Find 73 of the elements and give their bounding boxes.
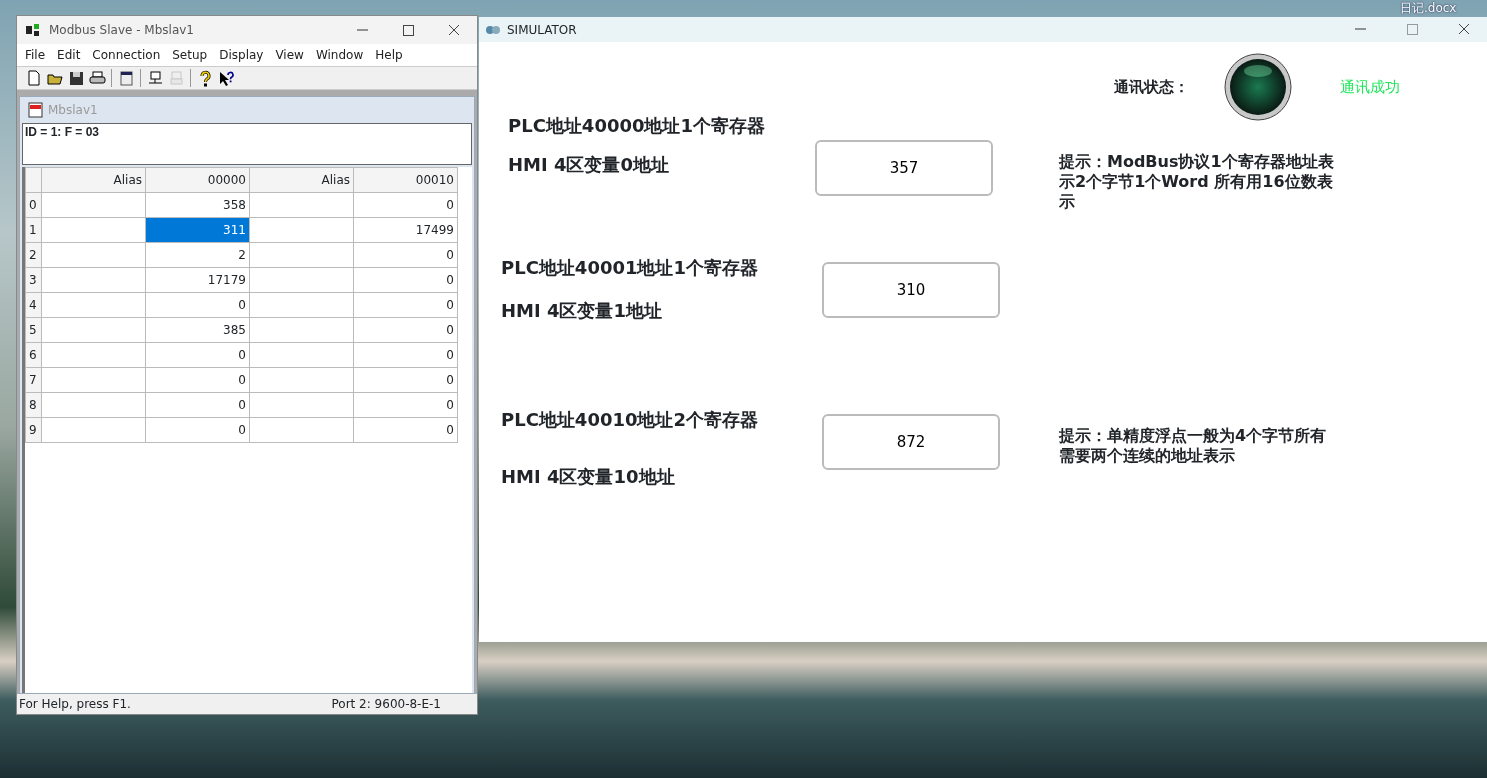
- table-cell[interactable]: 385: [145, 317, 250, 343]
- menu-item[interactable]: Setup: [166, 46, 214, 64]
- table-cell[interactable]: 0: [353, 292, 458, 318]
- hint-text: 提示：单精度浮点一般为4个字节所有需要两个连续的地址表示: [1059, 426, 1328, 466]
- document-icon: [28, 102, 44, 118]
- table-cell[interactable]: 0: [145, 417, 250, 443]
- column-header: Alias: [249, 167, 354, 193]
- menu-item[interactable]: Help: [369, 46, 409, 64]
- menu-item[interactable]: File: [19, 46, 52, 64]
- maximize-icon[interactable]: [401, 23, 415, 37]
- table-cell[interactable]: 0: [353, 317, 458, 343]
- menu-item[interactable]: View: [269, 46, 310, 64]
- row-header: 8: [25, 392, 42, 418]
- computer-icon[interactable]: [146, 69, 164, 87]
- menu-item[interactable]: Edit: [51, 46, 87, 64]
- app-icon: [25, 23, 41, 37]
- plc-address-label: PLC地址40000地址1个寄存器: [508, 114, 767, 138]
- save-icon[interactable]: [67, 69, 85, 87]
- table-cell[interactable]: 0: [353, 392, 458, 418]
- row-header: 9: [25, 417, 42, 443]
- menu-item[interactable]: Connection: [86, 46, 167, 64]
- hmi-variable-label: HMI 4区变量0地址: [508, 153, 670, 177]
- row-header: 5: [25, 317, 42, 343]
- new-file-icon[interactable]: [25, 69, 43, 87]
- hmi-variable-label: HMI 4区变量1地址: [501, 299, 663, 323]
- status-label: 通讯状态：: [1114, 76, 1190, 98]
- port-status: Port 2: 9600-8-E-1: [331, 696, 441, 713]
- close-icon[interactable]: [1457, 23, 1471, 36]
- table-cell[interactable]: 17499: [353, 217, 458, 243]
- value-field[interactable]: 310: [822, 262, 1000, 318]
- indicator-lamp-icon: [1224, 53, 1292, 121]
- row-header: 1: [25, 217, 42, 243]
- close-icon[interactable]: [447, 23, 461, 37]
- status-text: For Help, press F1.: [19, 696, 131, 713]
- table-cell[interactable]: 17179: [145, 267, 250, 293]
- printer-icon[interactable]: [88, 69, 106, 87]
- pointer-question-icon[interactable]: [217, 69, 235, 87]
- table-cell[interactable]: 0: [353, 342, 458, 368]
- table-cell[interactable]: 0: [145, 342, 250, 368]
- value-field[interactable]: 357: [815, 140, 993, 196]
- window-icon[interactable]: [117, 69, 135, 87]
- register-header-text: ID = 1: F = 03: [22, 123, 472, 165]
- table-cell[interactable]: 0: [353, 267, 458, 293]
- table-cell[interactable]: 0: [353, 367, 458, 393]
- table-cell[interactable]: 0: [145, 292, 250, 318]
- row-header: 4: [25, 292, 42, 318]
- table-cell[interactable]: 311: [145, 217, 250, 243]
- plc-address-label: PLC地址40010地址2个寄存器: [501, 408, 760, 432]
- column-header: 00010: [353, 167, 458, 193]
- column-header: 00000: [145, 167, 250, 193]
- plc-address-label: PLC地址40001地址1个寄存器: [501, 256, 760, 280]
- table-cell[interactable]: 358: [145, 192, 250, 218]
- table-cell[interactable]: 2: [145, 242, 250, 268]
- window-title: Modbus Slave - Mbslav1: [49, 22, 195, 39]
- table-cell[interactable]: 0: [145, 367, 250, 393]
- table-cell[interactable]: 0: [353, 242, 458, 268]
- row-header: 7: [25, 367, 42, 393]
- value-field[interactable]: 872: [822, 414, 1000, 470]
- row-header: 2: [25, 242, 42, 268]
- table-cell[interactable]: 0: [353, 192, 458, 218]
- menu-item[interactable]: Window: [309, 46, 370, 64]
- row-header: 0: [25, 192, 42, 218]
- child-window-title: Mbslav1: [48, 102, 98, 119]
- hmi-variable-label: HMI 4区变量10地址: [501, 465, 676, 489]
- status-value: 通讯成功: [1340, 76, 1400, 98]
- table-cell[interactable]: 0: [353, 417, 458, 443]
- row-header: 6: [25, 342, 42, 368]
- hint-text: 提示：ModBus协议1个寄存器地址表示2个字节1个Word 所有用16位数表示: [1059, 152, 1335, 212]
- menu-item[interactable]: Display: [213, 46, 270, 64]
- window-title: SIMULATOR: [507, 21, 578, 39]
- column-header: Alias: [41, 167, 146, 193]
- row-header: 3: [25, 267, 42, 293]
- table-cell[interactable]: 0: [145, 392, 250, 418]
